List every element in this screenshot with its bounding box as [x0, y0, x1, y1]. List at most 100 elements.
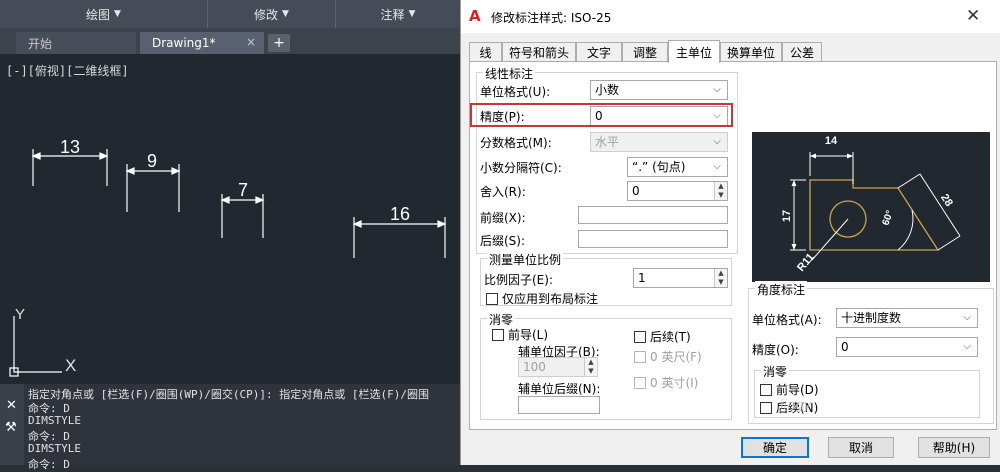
ok-button[interactable]: 确定 — [741, 437, 809, 458]
ribbon-panel-draw[interactable]: 绘图 ▼ — [0, 0, 208, 28]
group-title: 消零 — [761, 363, 790, 380]
checkbox-box — [634, 330, 646, 343]
group-title: 角度标注 — [755, 281, 808, 298]
scale-factor-spinner[interactable]: 1 ▲ ▼ — [633, 268, 728, 288]
drawing-viewport[interactable]: [-][俯视][二维线框] 13 9 7 16 Y X — [0, 54, 460, 384]
select-value: 小数 — [595, 83, 620, 97]
command-side-bar: ✕ ⚒ — [0, 384, 24, 465]
tab-drawing1[interactable]: Drawing1* × — [140, 32, 264, 54]
close-icon[interactable]: ✕ — [966, 6, 980, 26]
leading-zero-checkbox[interactable]: 前导(L) — [492, 326, 548, 343]
sub-unit-suffix-label: 辅单位后缀(N): — [518, 382, 601, 396]
round-off-spinner[interactable]: 0 ▲ ▼ — [627, 181, 728, 201]
tab-label: Drawing1* — [152, 36, 216, 50]
checkbox-box — [634, 350, 646, 363]
close-icon[interactable]: ✕ — [6, 398, 17, 413]
chevron-down-icon: ⌵ — [713, 84, 721, 95]
drawing-canvas: 13 9 7 16 Y X — [9, 137, 447, 377]
round-off-label: 舍入(R): — [480, 185, 526, 199]
chevron-down-icon: ⌵ — [713, 161, 721, 172]
tab-fit[interactable]: 调整 — [622, 42, 668, 62]
caret-down-icon: ▼ — [408, 9, 416, 19]
dimension-text: 9 — [147, 151, 157, 171]
angular-precision-select[interactable]: 0 ⌵ — [836, 337, 978, 357]
select-value: 0 — [841, 340, 849, 354]
spinner-value: 100 — [523, 360, 546, 374]
preview-dimension-text: 60° — [880, 209, 896, 227]
ribbon-panel-label: 绘图 — [86, 7, 111, 22]
checkbox-label: 前导(D) — [776, 383, 819, 397]
scale-factor-label: 比例因子(E): — [484, 273, 553, 287]
ucs-x-label: X — [65, 356, 76, 375]
new-tab-button[interactable]: + — [268, 34, 290, 52]
command-history[interactable]: ✕ ⚒ 指定对角点或 [栏选(F)/圈围(WP)/圈交(CP)]: 指定对角点或… — [0, 384, 460, 471]
preview-dimension-text: 14 — [825, 135, 838, 147]
ribbon-panel-annotate[interactable]: 注释 ▼ — [336, 0, 460, 28]
checkbox-label: 0 英尺(F) — [650, 350, 702, 364]
spinner-value: 1 — [638, 271, 646, 285]
ribbon-panel-label: 注释 — [380, 7, 405, 22]
select-value: 水平 — [595, 135, 620, 149]
select-value: 十进制度数 — [841, 311, 902, 325]
trailing-zero-checkbox[interactable]: 后续(T) — [634, 328, 691, 345]
spin-down-icon[interactable]: ▼ — [714, 278, 727, 287]
spin-up-icon[interactable]: ▲ — [584, 358, 597, 367]
angular-unit-format-select[interactable]: 十进制度数 ⌵ — [836, 308, 978, 328]
angular-leading-checkbox[interactable]: 前导(D) — [760, 381, 819, 398]
spin-up-icon[interactable]: ▲ — [714, 269, 727, 278]
watermark: jingy — [780, 398, 812, 413]
tab-label: 开始 — [28, 36, 53, 51]
tab-symbols-arrows[interactable]: 符号和箭头 — [502, 42, 576, 62]
document-tabs: 开始 Drawing1* × + — [0, 28, 460, 54]
spin-down-icon[interactable]: ▼ — [584, 367, 597, 376]
autocad-logo-icon: A — [469, 7, 481, 25]
preview-canvas: 14 17 28 60° R11 — [781, 135, 961, 274]
close-icon[interactable]: × — [246, 35, 256, 49]
zero-inches-checkbox[interactable]: 0 英寸(I) — [634, 374, 698, 391]
cad-ribbon: 绘图 ▼ 修改 ▼ 注释 ▼ — [0, 0, 460, 28]
dialog-title-bar[interactable]: A 修改标注样式: ISO-25 ✕ — [461, 0, 1000, 33]
caret-down-icon: ▼ — [282, 9, 289, 19]
checkbox-box — [486, 292, 498, 305]
select-value: “.” (句点) — [632, 160, 686, 174]
sub-unit-suffix-input[interactable] — [518, 396, 600, 414]
prefix-input[interactable] — [578, 206, 728, 224]
checkbox-label: 后续(T) — [650, 330, 691, 344]
checkbox-box — [760, 383, 772, 396]
dialog-tabs: 线 符号和箭头 文字 调整 主单位 换算单位 公差 — [469, 40, 997, 63]
precision-highlight-frame — [470, 103, 733, 127]
spin-down-icon[interactable]: ▼ — [714, 191, 727, 200]
dimension-text: 7 — [238, 180, 248, 200]
fraction-format-select[interactable]: 水平 ⌵ — [590, 132, 728, 152]
suffix-input[interactable] — [578, 230, 728, 248]
tab-primary-units[interactable]: 主单位 — [668, 40, 720, 63]
unit-format-label: 单位格式(U): — [480, 85, 551, 99]
command-line: 命令: D — [28, 458, 70, 471]
cancel-button[interactable]: 取消 — [828, 437, 894, 458]
apply-to-layout-checkbox[interactable]: 仅应用到布局标注 — [486, 290, 598, 307]
wrench-icon[interactable]: ⚒ — [5, 420, 17, 435]
command-line: DIMSTYLE — [28, 414, 81, 427]
dimension-text: 13 — [60, 137, 80, 157]
sub-unit-factor-spinner[interactable]: 100 ▲ ▼ — [518, 357, 598, 377]
decimal-separator-label: 小数分隔符(C): — [480, 161, 562, 175]
checkbox-box — [492, 328, 504, 341]
help-button[interactable]: 帮助(H) — [918, 437, 990, 458]
ribbon-panel-modify[interactable]: 修改 ▼ — [208, 0, 336, 28]
chevron-down-icon: ⌵ — [963, 341, 971, 352]
dimension-text: 16 — [390, 204, 410, 224]
preview-dimension-text: 17 — [781, 210, 793, 222]
unit-format-select[interactable]: 小数 ⌵ — [590, 80, 728, 100]
preview-dimension-text: R11 — [795, 251, 817, 274]
spin-up-icon[interactable]: ▲ — [714, 182, 727, 191]
tab-start[interactable]: 开始 — [16, 32, 136, 54]
tab-tolerances[interactable]: 公差 — [782, 42, 822, 62]
tab-lines[interactable]: 线 — [469, 42, 502, 62]
ucs-y-label: Y — [15, 306, 25, 323]
tab-text[interactable]: 文字 — [576, 42, 622, 62]
dimension-style-preview: 14 17 28 60° R11 — [752, 132, 990, 282]
tab-alternate-units[interactable]: 换算单位 — [720, 42, 782, 62]
decimal-separator-select[interactable]: “.” (句点) ⌵ — [627, 157, 728, 177]
zero-feet-checkbox[interactable]: 0 英尺(F) — [634, 348, 702, 365]
command-line: DIMSTYLE — [28, 442, 81, 455]
